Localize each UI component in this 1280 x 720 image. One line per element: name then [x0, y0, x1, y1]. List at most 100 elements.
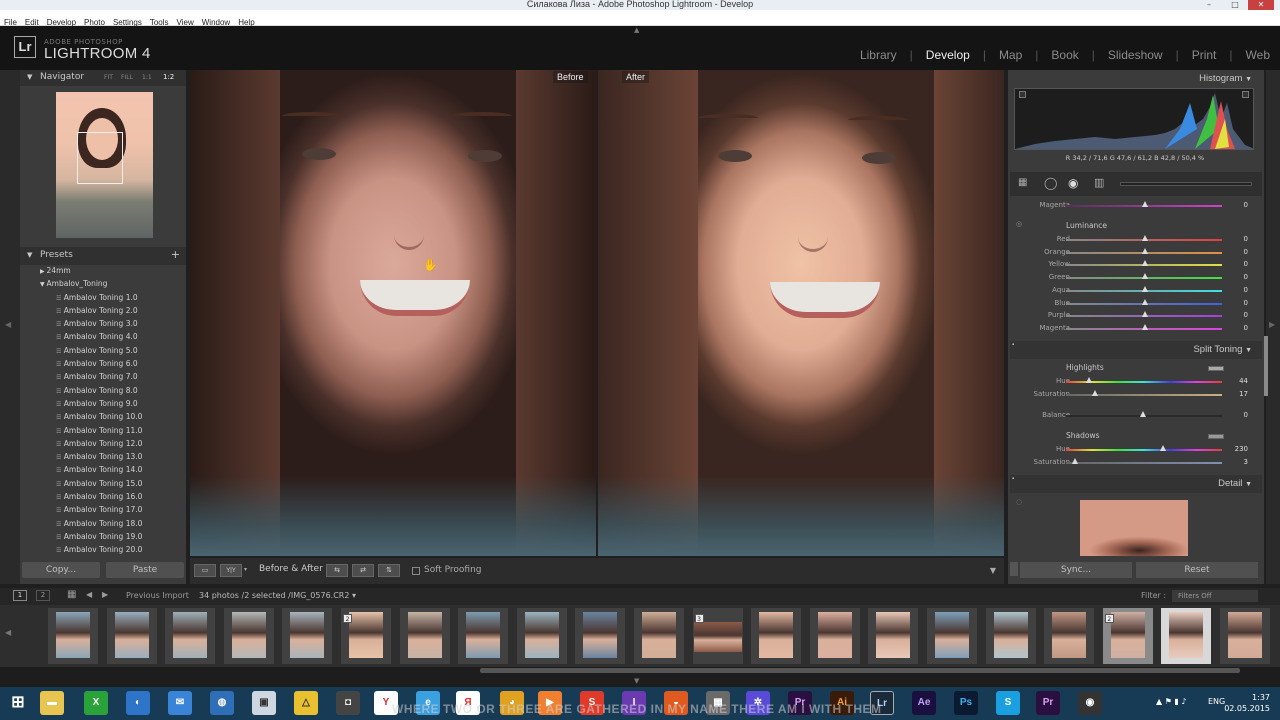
preset-item[interactable]: ☰ Ambalov Toning 8.0 — [20, 384, 186, 397]
preset-item[interactable]: ☰ Ambalov Toning 17.0 — [20, 503, 186, 516]
preset-item[interactable]: ☰ Ambalov Toning 7.0 — [20, 370, 186, 383]
clock[interactable]: 1:37 02.05.2015 — [1224, 692, 1270, 714]
media-icon[interactable]: ◐ — [126, 691, 150, 715]
slider-knob[interactable] — [1142, 260, 1148, 267]
preset-item[interactable]: ☰ Ambalov Toning 1.0 — [20, 291, 186, 304]
preset-item[interactable]: ☰ Ambalov Toning 20.0 — [20, 543, 186, 556]
filmstrip-thumbnail[interactable] — [985, 608, 1036, 664]
preset-item[interactable]: ☰ Ambalov Toning 19.0 — [20, 530, 186, 543]
presets-header[interactable]: ▼ Presets + — [20, 247, 186, 265]
mail-icon[interactable]: ✉ — [168, 691, 192, 715]
luminance-slider-blue[interactable]: Blue 0 — [1010, 298, 1262, 310]
close-button[interactable]: ✕ — [1248, 0, 1274, 10]
filmstrip-thumbnail[interactable] — [575, 608, 626, 664]
language-indicator[interactable]: ENG — [1208, 697, 1225, 706]
preset-item[interactable]: ☰ Ambalov Toning 12.0 — [20, 437, 186, 450]
after-effects-icon[interactable]: Ae — [912, 691, 936, 715]
filmstrip-thumbnail[interactable] — [48, 608, 98, 664]
stack-badge[interactable]: 3 — [694, 614, 704, 623]
luminance-slider-green[interactable]: Green 0 — [1010, 272, 1262, 284]
copy-button[interactable]: Copy... — [22, 562, 100, 578]
source-label[interactable]: Previous Import — [126, 591, 189, 600]
highlights-hue-slider[interactable]: Hue 44 — [1010, 376, 1262, 388]
filmstrip-thumbnail[interactable] — [165, 608, 216, 664]
toolbar-menu-icon[interactable]: ▼ — [990, 566, 996, 575]
excel-icon[interactable]: X — [84, 691, 108, 715]
filter-dropdown[interactable]: Filters Off — [1172, 590, 1258, 602]
highlights-saturation-slider[interactable]: Saturation 17 — [1010, 389, 1262, 401]
browser-icon[interactable]: ◍ — [210, 691, 234, 715]
preset-item[interactable]: ☰ Ambalov Toning 13.0 — [20, 450, 186, 463]
luminance-slider-red[interactable]: Red 0 — [1010, 234, 1262, 246]
shadows-hue-slider[interactable]: Hue 230 — [1010, 444, 1262, 456]
camera-icon[interactable]: ◉ — [1078, 691, 1102, 715]
preset-item[interactable]: ☰ Ambalov Toning 16.0 — [20, 490, 186, 503]
skype-icon[interactable]: S — [996, 691, 1020, 715]
preset-item[interactable]: ☰ Ambalov Toning 9.0 — [20, 397, 186, 410]
module-slideshow[interactable]: Slideshow — [1108, 48, 1163, 62]
grid-icon[interactable]: ▦ — [67, 589, 76, 600]
luminance-slider-aqua[interactable]: Aqua 0 — [1010, 285, 1262, 297]
highlight-clipping-toggle[interactable] — [1242, 91, 1249, 98]
filmstrip-left-icon[interactable]: ◀ — [5, 628, 11, 637]
right-panel-toggle-icon[interactable]: ▶ — [1269, 320, 1275, 329]
luminance-slider-magenta[interactable]: Magenta 0 — [1010, 323, 1262, 335]
back-arrow-icon[interactable]: ◀ — [86, 590, 92, 599]
crop-tool-icon[interactable]: ▦ — [1018, 177, 1027, 188]
slider-knob[interactable] — [1142, 311, 1148, 318]
split-toning-header[interactable]: ▪ Split Toning ▼ — [1010, 341, 1262, 359]
preset-item[interactable]: ☰ Ambalov Toning 5.0 — [20, 344, 186, 357]
preset-item[interactable]: ☰ Ambalov Toning 6.0 — [20, 357, 186, 370]
filmstrip-thumbnail[interactable] — [1161, 608, 1212, 664]
slider-knob[interactable] — [1142, 235, 1148, 241]
before-after-view-button[interactable]: Y|Y — [220, 564, 242, 577]
preset-item[interactable]: ☰ Ambalov Toning 4.0 — [20, 330, 186, 343]
filmstrip-thumbnail[interactable] — [809, 608, 860, 664]
detail-header[interactable]: ▪ Detail ▼ — [1010, 475, 1262, 493]
before-image[interactable]: ✋ — [190, 70, 596, 556]
shadows-color-swatch[interactable] — [1208, 434, 1224, 439]
navigator-header[interactable]: ▼ Navigator FIT FILL 1:1 1:2 — [20, 70, 186, 86]
filmstrip-thumbnail[interactable] — [927, 608, 977, 664]
add-preset-button[interactable]: + — [171, 248, 180, 261]
filmstrip-thumbnail[interactable] — [1220, 608, 1270, 664]
module-book[interactable]: Book — [1051, 48, 1078, 62]
view-dropdown-icon[interactable]: ▾ — [244, 566, 247, 573]
filmstrip-thumbnail[interactable] — [282, 608, 333, 664]
preset-item[interactable]: ☰ Ambalov Toning 14.0 — [20, 463, 186, 476]
reset-button[interactable]: Reset — [1136, 562, 1258, 578]
collapse-top-arrow[interactable]: ▲ — [634, 26, 639, 34]
filmstrip-thumbnail[interactable] — [223, 608, 274, 664]
explorer-icon[interactable]: ▬ — [40, 691, 64, 715]
module-develop[interactable]: Develop — [926, 48, 970, 62]
balance-slider[interactable]: Balance 0 — [1010, 410, 1262, 422]
preset-folder-24mm[interactable]: ▶ 24mm — [20, 264, 186, 277]
target-adjust-icon[interactable]: ◎ — [1016, 220, 1022, 228]
graduated-filter-icon[interactable]: ▥ — [1094, 176, 1104, 189]
copy-before-to-after-button[interactable]: ⇆ — [326, 564, 348, 577]
detail-target-icon[interactable]: ◌ — [1016, 498, 1022, 506]
filmstrip-scrollbar[interactable] — [480, 668, 1240, 673]
filmstrip-thumbnail[interactable] — [634, 608, 684, 664]
luminance-slider-purple[interactable]: Purple 0 — [1010, 310, 1262, 322]
preset-item[interactable]: ☰ Ambalov Toning 10.0 — [20, 410, 186, 423]
filmstrip-thumbnail[interactable] — [106, 608, 157, 664]
shadow-clipping-toggle[interactable] — [1019, 91, 1026, 98]
stack-badge[interactable]: 2 — [1104, 614, 1114, 623]
hsl-top-row[interactable]: Magenta 0 — [1010, 200, 1262, 212]
shadows-saturation-slider[interactable]: Saturation 3 — [1010, 457, 1262, 469]
minimize-button[interactable]: – — [1196, 0, 1222, 10]
tray-icons[interactable]: ▲ ⚑ ▮ ♪ — [1156, 697, 1186, 706]
filmstrip-thumbnail[interactable] — [1044, 608, 1095, 664]
slider-knob[interactable] — [1142, 298, 1148, 305]
photoshop-icon[interactable]: Ps — [954, 691, 978, 715]
zoom-1-2[interactable]: 1:2 — [163, 73, 174, 81]
premiere-icon-2[interactable]: Pr — [1036, 691, 1060, 715]
collapse-bottom-arrow[interactable]: ▼ — [634, 677, 639, 685]
preset-item[interactable]: ☰ Ambalov Toning 18.0 — [20, 517, 186, 530]
filmstrip-thumbnail[interactable] — [399, 608, 450, 664]
module-map[interactable]: Map — [999, 48, 1022, 62]
navigator-zoom-box[interactable] — [77, 132, 123, 184]
filmstrip-thumbnail[interactable] — [868, 608, 919, 664]
zoom-fill[interactable]: FILL — [121, 74, 133, 81]
